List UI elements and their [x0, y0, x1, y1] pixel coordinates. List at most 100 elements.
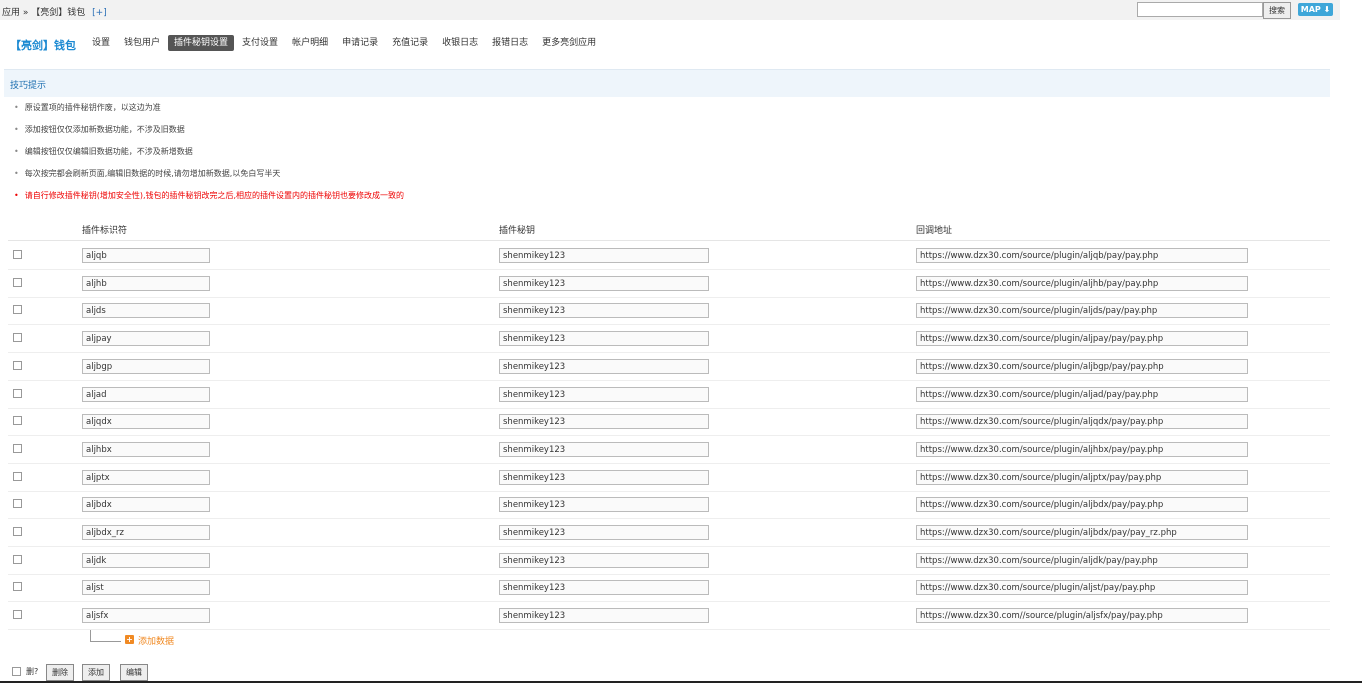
bullet-icon: • [14, 125, 19, 134]
tip-item: • 添加按钮仅仅添加新数据功能，不涉及旧数据 [14, 124, 185, 135]
callback-url-input[interactable]: https://www.dzx30.com/source/plugin/aljq… [916, 414, 1248, 430]
row-checkbox[interactable] [13, 499, 22, 509]
plugin-key-input[interactable]: shenmikey123 [499, 414, 709, 430]
nav-item-2[interactable]: 插件秘钥设置 [168, 35, 235, 51]
table-row: aljpay shenmikey123 https://www.dzx30.com/… [8, 325, 1330, 354]
callback-url-input[interactable]: https://www.dzx30.com/source/plugin/aljp… [916, 331, 1248, 347]
plugin-id-input[interactable]: aljds [82, 303, 210, 319]
nav-item-7[interactable]: 收银日志 [436, 35, 484, 51]
breadcrumb-app[interactable]: 应用 » [2, 8, 28, 18]
add-button[interactable]: 添加 [82, 664, 110, 681]
nav-item-3[interactable]: 支付设置 [236, 35, 284, 51]
plugin-id-input[interactable]: aljhb [82, 275, 210, 291]
select-all-checkbox[interactable] [12, 667, 21, 676]
plugin-key-input[interactable]: shenmikey123 [499, 386, 709, 402]
map-button[interactable]: MAP ⬇ [1298, 3, 1333, 16]
row-checkbox[interactable] [13, 610, 22, 620]
plus-icon[interactable]: + [125, 635, 134, 644]
tips-title: 技巧提示 [10, 81, 47, 91]
row-checkbox[interactable] [13, 360, 22, 370]
row-checkbox[interactable] [13, 554, 22, 564]
plugin-id-input[interactable]: aljhbx [82, 441, 210, 457]
tip-text: 每次按完都会刷新页面,编辑旧数据的时候,请勿增加新数据,以免白写半天 [24, 169, 281, 178]
row-checkbox[interactable] [13, 416, 22, 426]
nav-item-1[interactable]: 钱包用户 [118, 35, 166, 51]
plugin-id-input[interactable]: aljptx [82, 469, 210, 485]
delete-button[interactable]: 删除 [46, 664, 74, 681]
app-brand: 【亮剑】钱包 [10, 39, 76, 52]
callback-url-input[interactable]: https://www.dzx30.com/source/plugin/aljb… [916, 525, 1248, 540]
callback-url-input[interactable]: https://www.dzx30.com/source/plugin/aljh… [916, 275, 1248, 291]
plugin-id-input[interactable]: aljpay [82, 331, 210, 347]
plugin-key-input[interactable]: shenmikey123 [499, 248, 709, 263]
table-row: aljbdx shenmikey123 https://www.dzx30.com/… [8, 491, 1330, 520]
table-row: aljad shenmikey123 https://www.dzx30.com/s… [8, 381, 1330, 409]
plugin-id-input[interactable]: aljqb [82, 248, 210, 263]
plugin-key-input[interactable]: shenmikey123 [499, 580, 709, 596]
bullet-icon: • [14, 191, 19, 200]
edit-button[interactable]: 编辑 [120, 664, 148, 681]
table-row: aljdk shenmikey123 https://www.dzx30.com/s… [8, 547, 1330, 575]
table-row: aljsfx shenmikey123 https://www.dzx30.com/… [8, 602, 1330, 631]
search-input[interactable] [1137, 2, 1263, 17]
plugin-key-input[interactable]: shenmikey123 [499, 358, 709, 374]
nav-item-4[interactable]: 帐户明细 [286, 35, 334, 51]
row-checkbox[interactable] [13, 250, 22, 259]
plugin-id-input[interactable]: aljbdx [82, 497, 210, 513]
row-checkbox[interactable] [13, 333, 22, 343]
callback-url-input[interactable]: https://www.dzx30.com/source/plugin/aljb… [916, 358, 1248, 374]
plugin-id-input[interactable]: aljqdx [82, 414, 210, 430]
plugin-key-input[interactable]: shenmikey123 [499, 608, 709, 624]
callback-url-input[interactable]: https://www.dzx30.com/source/plugin/aljq… [916, 248, 1248, 263]
row-checkbox[interactable] [13, 443, 22, 453]
callback-url-input[interactable]: https://www.dzx30.com/source/plugin/aljb… [916, 497, 1248, 513]
plugin-key-input[interactable]: shenmikey123 [499, 275, 709, 291]
add-data-link[interactable]: 添加数据 [138, 634, 174, 647]
row-checkbox[interactable] [13, 388, 22, 398]
plugin-key-input[interactable]: shenmikey123 [499, 441, 709, 457]
plugin-id-input[interactable]: aljbgp [82, 358, 210, 374]
tips-header: 技巧提示 [4, 69, 1330, 97]
plugin-id-input[interactable]: aljsfx [82, 608, 210, 624]
callback-url-input[interactable]: https://www.dzx30.com/source/plugin/aljh… [916, 441, 1248, 457]
row-checkbox[interactable] [13, 582, 22, 592]
callback-url-input[interactable]: https://www.dzx30.com/source/plugin/aljp… [916, 469, 1248, 485]
row-checkbox[interactable] [13, 277, 22, 287]
row-checkbox[interactable] [13, 527, 22, 536]
table-row: aljhb shenmikey123 https://www.dzx30.com/s… [8, 270, 1330, 298]
breadcrumb-add-link[interactable]: [+] [92, 8, 107, 18]
row-checkbox[interactable] [13, 471, 22, 481]
callback-url-input[interactable]: https://www.dzx30.com//source/plugin/alj… [916, 608, 1248, 624]
plugin-key-input[interactable]: shenmikey123 [499, 497, 709, 513]
breadcrumb-current: 【亮剑】钱包 [31, 8, 86, 18]
plugin-key-input[interactable]: shenmikey123 [499, 525, 709, 540]
callback-url-input[interactable]: https://www.dzx30.com/source/plugin/alja… [916, 386, 1248, 402]
nav-item-8[interactable]: 报错日志 [486, 35, 534, 51]
nav-item-0[interactable]: 设置 [86, 35, 116, 51]
tree-connector [90, 630, 121, 642]
plugin-id-input[interactable]: aljst [82, 580, 210, 596]
plugin-key-input[interactable]: shenmikey123 [499, 469, 709, 485]
plugin-id-input[interactable]: aljdk [82, 552, 210, 568]
plugin-id-input[interactable]: aljbdx_rz [82, 525, 210, 540]
header-divider [8, 240, 1330, 241]
plugin-key-input[interactable]: shenmikey123 [499, 331, 709, 347]
plugin-id-input[interactable]: aljad [82, 386, 210, 402]
tip-text: 编辑按钮仅仅编辑旧数据功能，不涉及新增数据 [24, 147, 193, 156]
col-header-id: 插件标识符 [82, 226, 128, 236]
row-checkbox[interactable] [13, 305, 22, 315]
main-nav: 设置 钱包用户 插件秘钥设置 支付设置 帐户明细 申请记录 充值记录 收银日志 报错日志 更多亮剑… [86, 35, 602, 51]
callback-url-input[interactable]: https://www.dzx30.com/source/plugin/aljs… [916, 580, 1248, 596]
nav-item-6[interactable]: 充值记录 [386, 35, 434, 51]
plugin-key-input[interactable]: shenmikey123 [499, 303, 709, 319]
bullet-icon: • [14, 147, 19, 156]
nav-item-5[interactable]: 申请记录 [336, 35, 384, 51]
tip-item: • 每次按完都会刷新页面,编辑旧数据的时候,请勿增加新数据,以免白写半天 [14, 168, 280, 179]
nav-item-9[interactable]: 更多亮剑应用 [536, 35, 602, 51]
plugin-key-input[interactable]: shenmikey123 [499, 552, 709, 568]
callback-url-input[interactable]: https://www.dzx30.com/source/plugin/aljd… [916, 303, 1248, 319]
tip-text: 原设置项的插件秘钥作废，以这边为准 [24, 103, 161, 112]
table-row: aljqdx shenmikey123 https://www.dzx30.com/… [8, 408, 1330, 437]
search-button[interactable]: 搜索 [1263, 2, 1291, 19]
callback-url-input[interactable]: https://www.dzx30.com/source/plugin/aljd… [916, 552, 1248, 568]
